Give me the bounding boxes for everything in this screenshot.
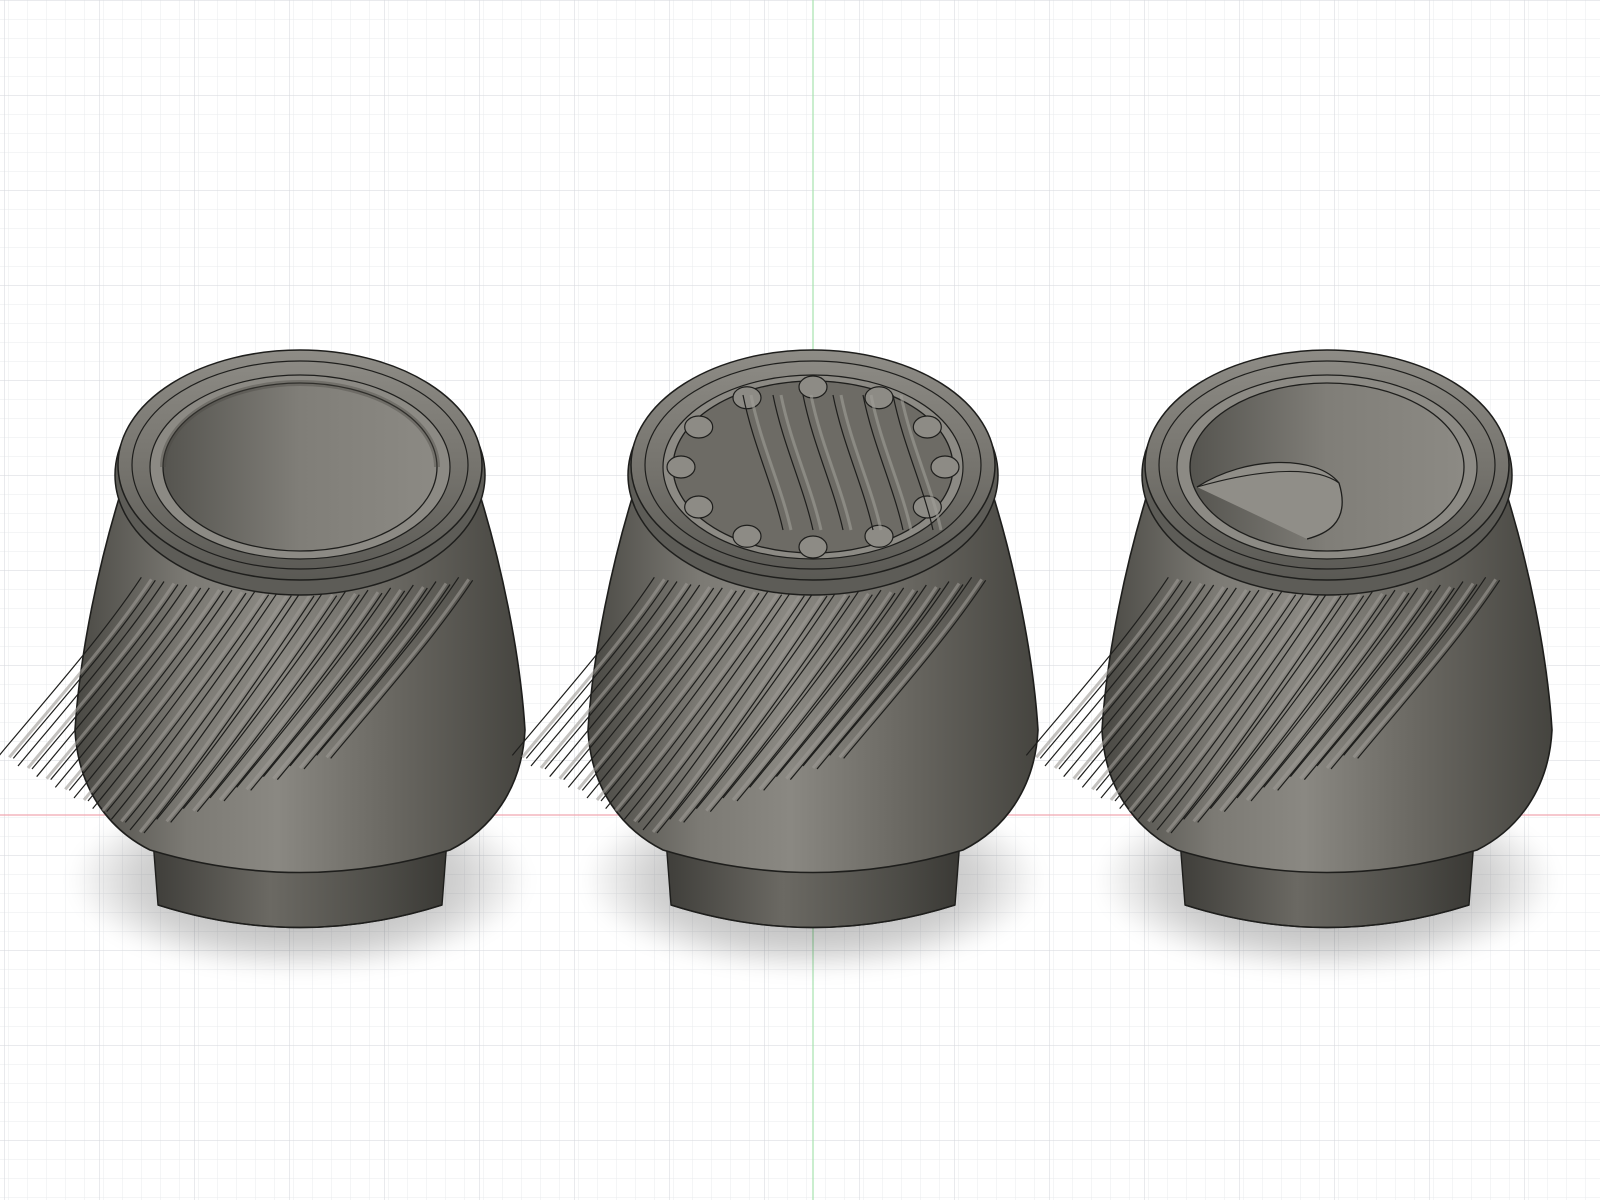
cad-3d-viewport[interactable] — [0, 0, 1600, 1200]
scene-canvas[interactable] — [0, 0, 1600, 1200]
scallop-bead — [798, 375, 828, 399]
scallop-bead — [732, 386, 762, 410]
scallop-bead — [732, 524, 762, 548]
scallop-bead — [666, 455, 696, 479]
scallop-bead — [912, 415, 942, 439]
model-group[interactable] — [0, 349, 1557, 975]
scallop-bead — [684, 415, 714, 439]
scallop-bead — [684, 495, 714, 519]
scallop-bead — [798, 535, 828, 559]
scallop-bead — [930, 455, 960, 479]
scallop-bead — [864, 524, 894, 548]
scallop-bead — [864, 386, 894, 410]
